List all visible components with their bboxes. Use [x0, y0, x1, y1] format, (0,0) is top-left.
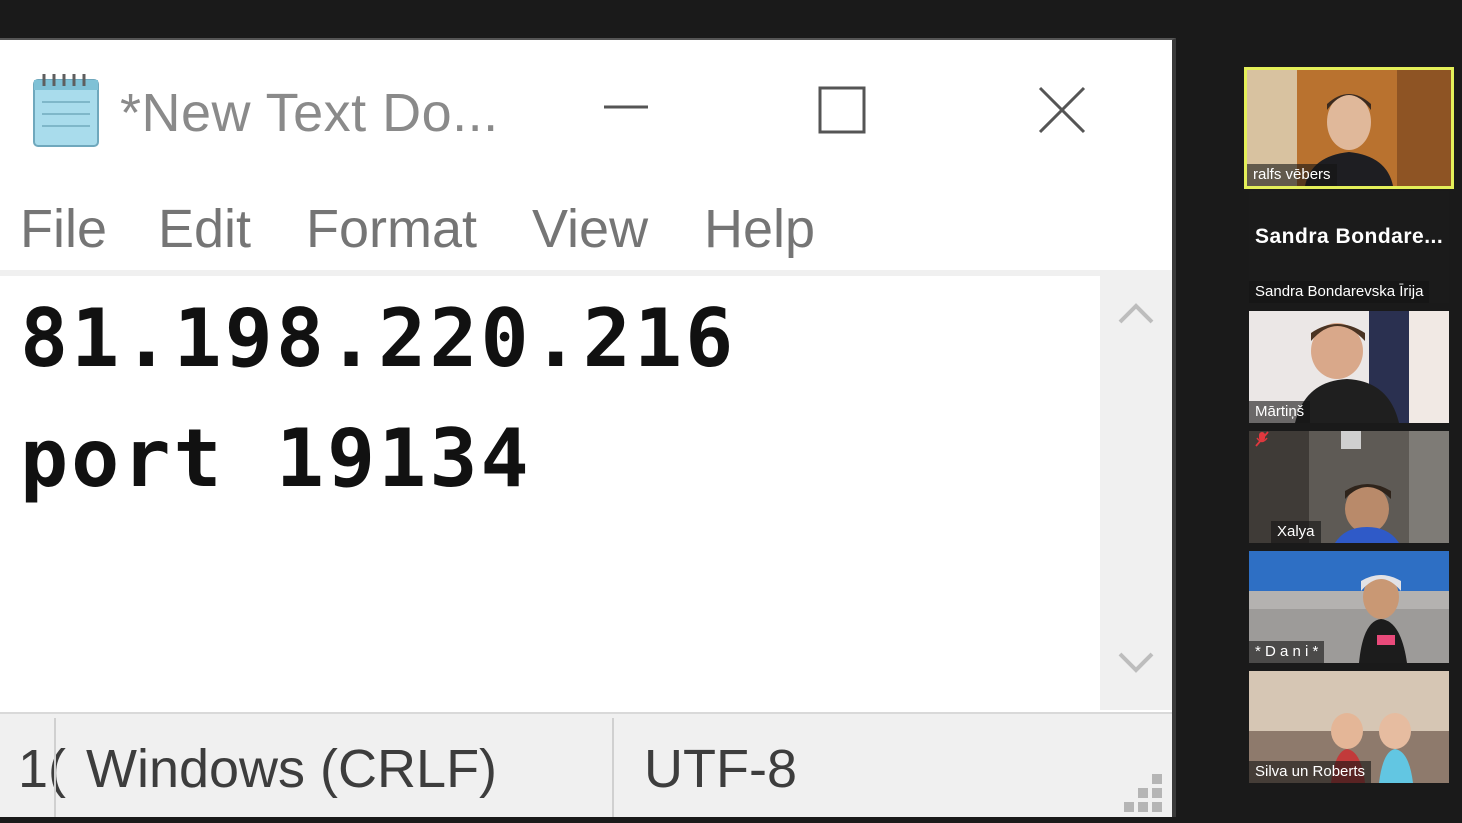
minimize-button[interactable] [552, 62, 702, 162]
maximize-button[interactable] [767, 62, 917, 162]
cursor-position: 1( [18, 739, 67, 799]
participant-tile[interactable]: * D a n i * [1249, 551, 1449, 663]
maximize-icon [818, 86, 866, 134]
participant-name: ralfs vēbers [1247, 164, 1337, 186]
menu-edit[interactable]: Edit [158, 198, 251, 260]
vertical-scrollbar[interactable] [1100, 270, 1172, 710]
status-bar: 1( Windows (CRLF) UTF-8 [0, 712, 1172, 817]
status-divider [612, 718, 614, 817]
editor-line-1: 81.198.220.216 [20, 292, 737, 385]
participant-name: Sandra Bondarevska Īrija [1249, 281, 1430, 303]
participant-tile[interactable]: Sandra Bondare... Sandra Bondarevska Īri… [1249, 191, 1449, 303]
line-ending-status: Windows (CRLF) [86, 739, 498, 799]
minimize-icon [604, 105, 648, 109]
participant-tile[interactable]: ralfs vēbers [1244, 67, 1454, 189]
participant-name: * D a n i * [1249, 641, 1325, 663]
menu-help[interactable]: Help [704, 198, 815, 260]
notepad-icon [33, 74, 99, 147]
encoding-status: UTF-8 [644, 739, 797, 799]
editor-line-2: port 19134 [20, 412, 532, 505]
participant-display-name: Sandra Bondare... [1255, 225, 1444, 248]
menu-bar: File Edit Format View Help [0, 190, 1172, 270]
title-bar[interactable]: *New Text Do... [0, 40, 1172, 180]
scroll-up-icon[interactable] [1114, 294, 1158, 330]
participant-name: Mārtiņš [1249, 401, 1311, 423]
notepad-window: *New Text Do... File Edit Format View He… [0, 38, 1176, 817]
window-title: *New Text Do... [120, 83, 499, 143]
text-editor[interactable]: 81.198.220.216 port 19134 [0, 270, 1100, 710]
close-button[interactable] [986, 62, 1136, 162]
participant-tile[interactable]: Mārtiņš [1249, 311, 1449, 423]
menu-file[interactable]: File [20, 198, 107, 260]
muted-mic-icon [1255, 431, 1269, 447]
participant-name: Silva un Roberts [1249, 761, 1372, 783]
close-icon [1038, 86, 1086, 134]
participant-name: Xalya [1271, 521, 1321, 543]
participant-tile[interactable]: Xalya [1249, 431, 1449, 543]
scroll-down-icon[interactable] [1114, 646, 1158, 682]
resize-grip-icon[interactable] [1122, 770, 1166, 814]
status-divider [54, 718, 56, 817]
participant-tile[interactable]: Silva un Roberts [1249, 671, 1449, 783]
menu-format[interactable]: Format [306, 198, 477, 260]
menu-view[interactable]: View [532, 198, 648, 260]
